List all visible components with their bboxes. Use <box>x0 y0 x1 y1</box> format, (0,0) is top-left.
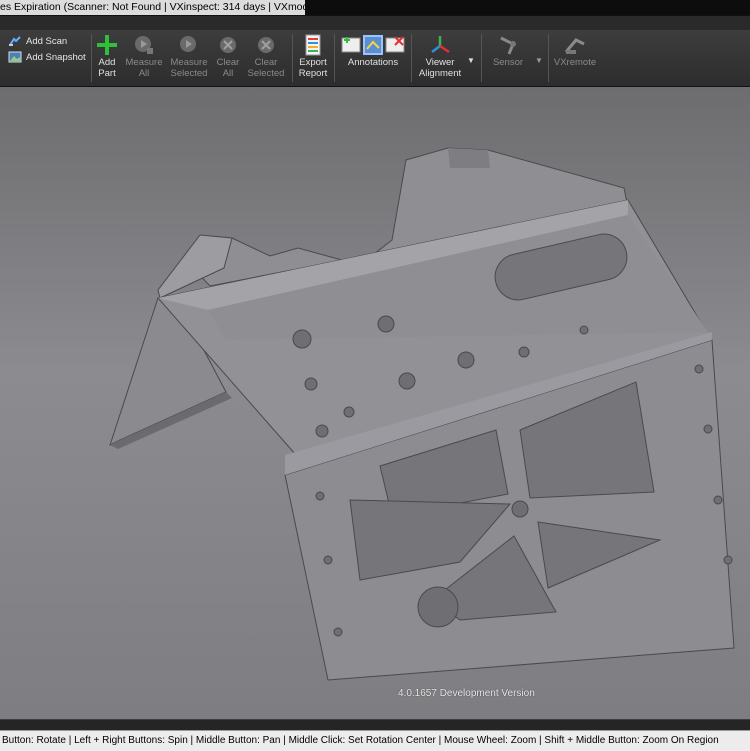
clear-selected-icon <box>255 34 277 56</box>
measure-selected-label-line1: Measure <box>170 57 208 68</box>
ribbon-tab-strip <box>0 16 750 31</box>
report-icon <box>302 34 324 56</box>
export-report-label-line2: Report <box>298 67 328 79</box>
sheet-metal-part-render[interactable] <box>0 87 750 719</box>
measure-all-label-line2: All <box>138 67 150 79</box>
clear-selected-label-line1: Clear <box>254 57 278 68</box>
clear-all-label-line1: Clear <box>216 57 240 68</box>
sensor-button[interactable]: Sensor <box>490 30 526 86</box>
clear-selected-label-line2: Selected <box>247 67 285 79</box>
sensor-icon <box>497 34 519 56</box>
viewer-alignment-dropdown-arrow[interactable]: ▼ <box>467 56 475 65</box>
add-snapshot-button[interactable]: Add Snapshot <box>8 50 86 64</box>
clear-x-icon <box>217 34 239 56</box>
export-report-label-line1: Export <box>299 57 327 68</box>
mouse-help-text: Button: Rotate | Left + Right Buttons: S… <box>2 735 719 746</box>
ribbon-separator <box>411 34 412 82</box>
measure-selected-icon <box>178 34 200 56</box>
annotations-button[interactable]: Annotations <box>338 30 408 86</box>
clear-all-button[interactable]: Clear All <box>213 30 243 86</box>
bottom-scrollbar[interactable] <box>0 719 750 730</box>
measure-all-label-line1: Measure <box>125 57 163 68</box>
viewer-alignment-label-line2: Alignment <box>418 67 462 79</box>
version-label: 4.0.1657 Development Version <box>398 688 535 699</box>
annotations-label: Annotations <box>347 57 399 68</box>
add-plus-icon <box>96 34 118 56</box>
title-bar: es Expiration (Scanner: Not Found | VXin… <box>0 0 750 16</box>
measure-selected-label-line2: Selected <box>170 67 208 79</box>
title-bar-fill <box>305 0 750 15</box>
measure-play-icon <box>133 34 155 56</box>
ribbon-separator <box>481 34 482 82</box>
add-part-button[interactable]: Add Part <box>92 30 122 86</box>
ribbon-separator <box>548 34 549 82</box>
add-part-label-line1: Add <box>98 57 116 68</box>
snapshot-icon <box>8 51 22 63</box>
add-snapshot-label: Add Snapshot <box>26 51 86 63</box>
vxremote-label: VXremote <box>553 57 597 68</box>
annotation-add-icon <box>341 35 405 55</box>
measure-selected-button[interactable]: Measure Selected <box>168 30 210 86</box>
clear-selected-button[interactable]: Clear Selected <box>246 30 286 86</box>
ribbon-separator <box>334 34 335 82</box>
annotations-icons <box>340 34 406 56</box>
viewer-alignment-button[interactable]: Viewer Alignment <box>415 30 465 86</box>
add-scan-button[interactable]: Add Scan <box>8 34 67 48</box>
export-report-button[interactable]: Export Report <box>296 30 330 86</box>
vxremote-button[interactable]: VXremote <box>553 30 597 86</box>
axes-icon <box>429 34 451 56</box>
viewer-alignment-label-line1: Viewer <box>425 57 455 68</box>
ribbon-separator <box>292 34 293 82</box>
sensor-label: Sensor <box>492 57 524 68</box>
sensor-dropdown-arrow[interactable]: ▼ <box>535 56 543 65</box>
ribbon-toolbar: Add Scan Add Snapshot Add Part Measure A… <box>0 30 750 87</box>
add-scan-label: Add Scan <box>26 35 68 47</box>
clear-all-label-line2: All <box>222 67 234 79</box>
status-bar: Button: Rotate | Left + Right Buttons: S… <box>0 730 750 751</box>
scan-icon <box>9 36 21 46</box>
measure-all-button[interactable]: Measure All <box>124 30 164 86</box>
remote-icon <box>564 34 586 56</box>
3d-viewport[interactable]: 4.0.1657 Development Version <box>0 87 750 719</box>
add-part-label-line2: Part <box>98 67 116 79</box>
